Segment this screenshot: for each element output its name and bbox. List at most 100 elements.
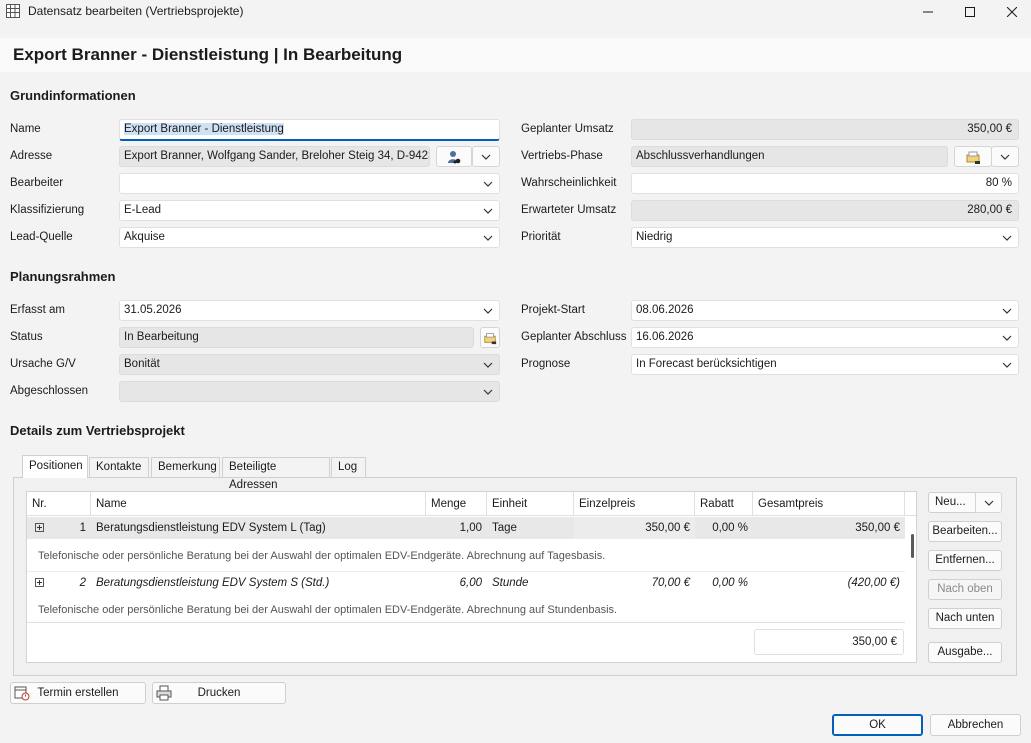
row-name: Beratungsdienstleistung EDV System S (St… <box>96 577 330 589</box>
bearbeiten-button[interactable]: Bearbeiten... <box>928 521 1002 542</box>
person-search-icon <box>448 150 461 163</box>
name-label: Name <box>10 123 41 135</box>
erwarteter-umsatz-label: Erwarteter Umsatz <box>521 204 617 216</box>
drucken-button[interactable]: Drucken <box>152 682 286 704</box>
chevron-down-icon <box>1002 308 1012 314</box>
col-einzelpreis[interactable]: Einzelpreis <box>574 492 695 516</box>
prognose-value: In Forecast berücksichtigen <box>636 358 777 370</box>
window-title: Datensatz bearbeiten (Vertriebsprojekte) <box>28 4 244 18</box>
printer-icon <box>156 685 172 701</box>
minimize-icon <box>923 11 933 13</box>
neu-dropdown-button[interactable] <box>975 492 1002 513</box>
address-lookup-button[interactable] <box>436 146 472 167</box>
col-menge[interactable]: Menge <box>426 492 487 516</box>
ursache-value: Bonität <box>124 358 160 370</box>
status-field[interactable]: In Bearbeitung <box>119 327 474 348</box>
projekt-start-value: 08.06.2026 <box>636 304 694 316</box>
row-menge: 6,00 <box>459 577 482 589</box>
address-dropdown-button[interactable] <box>472 146 500 167</box>
tab-kontakte[interactable]: Kontakte <box>89 457 149 477</box>
maximize-button[interactable] <box>947 0 993 24</box>
calendar-clock-icon <box>14 686 30 701</box>
klassifizierung-combo[interactable]: E-Lead <box>119 200 500 221</box>
chevron-down-icon <box>1002 235 1012 241</box>
minimize-button[interactable] <box>905 0 951 24</box>
grid-scrollbar[interactable] <box>911 534 914 558</box>
table-row[interactable]: 2 Beratungsdienstleistung EDV System S (… <box>27 572 905 594</box>
status-lookup-button[interactable] <box>480 327 500 348</box>
row-gesamtpreis: (420,00 €) <box>847 577 900 589</box>
section-basic: Grundinformationen <box>10 88 136 103</box>
nach-oben-button[interactable]: Nach oben <box>928 579 1002 600</box>
page-title: Export Branner - Dienstleistung | In Bea… <box>13 45 403 64</box>
prioritaet-combo[interactable]: Niedrig <box>631 227 1019 248</box>
edit-list-icon <box>484 332 497 344</box>
erfasst-am-value: 31.05.2026 <box>124 304 182 316</box>
table-row[interactable]: 1 Beratungsdienstleistung EDV System L (… <box>27 517 905 539</box>
grid-total: 350,00 € <box>754 629 904 655</box>
name-value: Export Branner - Dienstleistung <box>124 123 284 135</box>
title-bar: Datensatz bearbeiten (Vertriebsprojekte) <box>0 0 1031 24</box>
klassifizierung-value: E-Lead <box>124 204 162 216</box>
projekt-start-datepicker[interactable]: 08.06.2026 <box>631 300 1019 321</box>
lead-quelle-label: Lead-Quelle <box>10 231 73 243</box>
chevron-down-icon <box>483 389 493 395</box>
wahrscheinlichkeit-label: Wahrscheinlichkeit <box>521 177 617 189</box>
col-rabatt[interactable]: Rabatt <box>695 492 753 516</box>
edit-list-icon <box>966 151 980 164</box>
abgeschlossen-label: Abgeschlossen <box>10 385 88 397</box>
row-einzelpreis: 70,00 € <box>651 577 690 589</box>
chevron-down-icon <box>483 362 493 368</box>
lead-quelle-value: Akquise <box>124 231 165 243</box>
tab-positionen[interactable]: Positionen <box>22 455 88 478</box>
col-nr[interactable]: Nr. <box>27 492 91 516</box>
section-planning: Planungsrahmen <box>10 269 116 284</box>
termin-erstellen-label: Termin erstellen <box>37 687 119 699</box>
abgeschlossen-datepicker[interactable] <box>119 381 500 402</box>
col-name[interactable]: Name <box>91 492 426 516</box>
termin-erstellen-button[interactable]: Termin erstellen <box>10 682 146 704</box>
erfasst-am-datepicker[interactable]: 31.05.2026 <box>119 300 500 321</box>
expand-icon[interactable] <box>35 523 44 532</box>
name-field[interactable]: Export Branner - Dienstleistung <box>119 119 500 141</box>
tab-bemerkung[interactable]: Bemerkung <box>151 457 220 477</box>
tab-log[interactable]: Log <box>331 457 366 477</box>
vertriebs-phase-field[interactable]: Abschlussverhandlungen <box>631 146 948 167</box>
expand-icon[interactable] <box>35 578 44 587</box>
drucken-label: Drucken <box>197 687 241 699</box>
abbrechen-button[interactable]: Abbrechen <box>930 714 1021 736</box>
phase-dropdown-button[interactable] <box>991 146 1019 167</box>
bearbeiter-label: Bearbeiter <box>10 177 64 189</box>
ausgabe-button[interactable]: Ausgabe... <box>928 642 1002 663</box>
geplanter-umsatz-field: 350,00 € <box>631 119 1019 140</box>
adresse-field[interactable]: Export Branner, Wolfgang Sander, Brelohe… <box>119 146 430 167</box>
maximize-icon <box>965 7 975 17</box>
geplanter-abschluss-datepicker[interactable]: 16.06.2026 <box>631 327 1019 348</box>
bearbeiter-combo[interactable] <box>119 173 500 194</box>
table-icon <box>6 4 20 18</box>
row-gesamtpreis: 350,00 € <box>855 522 900 534</box>
col-einheit[interactable]: Einheit <box>487 492 574 516</box>
tab-beteiligte-adressen[interactable]: Beteiligte Adressen <box>222 457 330 491</box>
chevron-down-icon <box>1002 362 1012 368</box>
geplanter-abschluss-label: Geplanter Abschluss <box>521 331 627 343</box>
col-gesamtpreis[interactable]: Gesamtpreis <box>753 492 905 516</box>
phase-lookup-button[interactable] <box>954 146 992 167</box>
nach-unten-button[interactable]: Nach unten <box>928 608 1002 629</box>
ursache-combo[interactable]: Bonität <box>119 354 500 375</box>
row-rabatt: 0,00 % <box>712 577 748 589</box>
wahrscheinlichkeit-field[interactable]: 80 % <box>631 173 1019 194</box>
ok-button[interactable]: OK <box>832 714 923 736</box>
prognose-combo[interactable]: In Forecast berücksichtigen <box>631 354 1019 375</box>
projekt-start-label: Projekt-Start <box>521 304 585 316</box>
close-button[interactable] <box>989 0 1031 24</box>
adresse-value: Export Branner, Wolfgang Sander, Brelohe… <box>124 150 430 162</box>
positions-grid[interactable]: Nr. Name Menge Einheit Einzelpreis Rabat… <box>26 491 917 663</box>
entfernen-button[interactable]: Entfernen... <box>928 550 1002 571</box>
row-name: Beratungsdienstleistung EDV System L (Ta… <box>96 522 326 534</box>
neu-button[interactable]: Neu... <box>928 492 976 513</box>
row-description: Telefonische oder persönliche Beratung b… <box>38 604 618 616</box>
lead-quelle-combo[interactable]: Akquise <box>119 227 500 248</box>
row-nr: 1 <box>79 522 86 534</box>
close-icon <box>1007 7 1017 17</box>
